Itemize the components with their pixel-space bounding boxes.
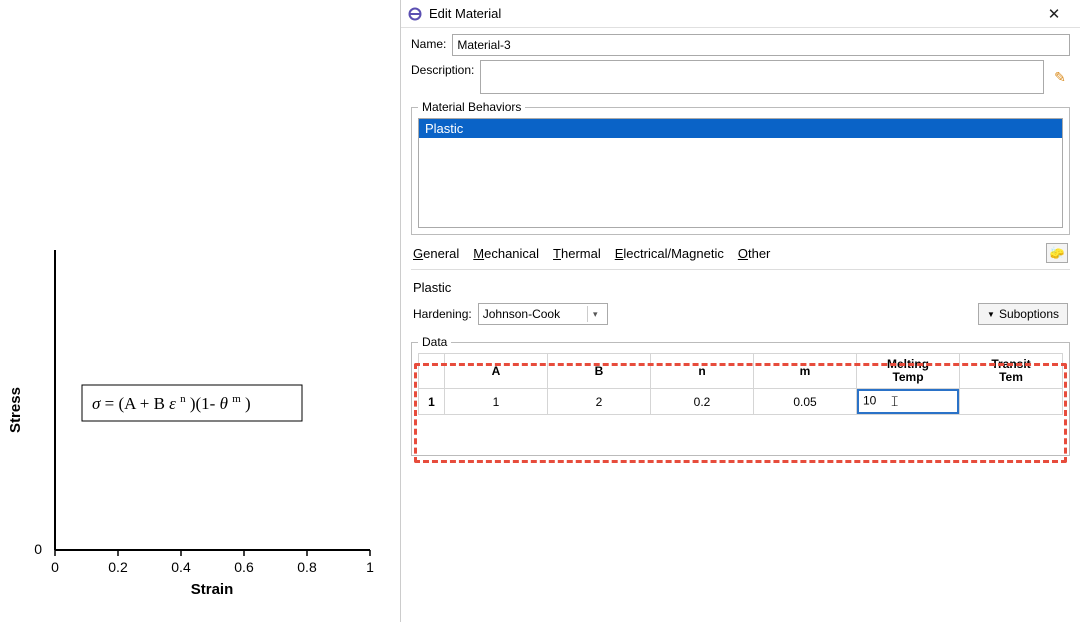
edit-material-dialog: Edit Material ✕ Name: Description: ✎ Mat… (400, 0, 1080, 622)
description-input[interactable] (480, 60, 1044, 94)
menu-mechanical[interactable]: Mechanical (473, 246, 539, 261)
cell-transition-temp[interactable] (960, 389, 1063, 415)
cell-m[interactable]: 0.05 (754, 389, 857, 415)
col-transition-temp: TransitTem (960, 354, 1063, 389)
behavior-menu-bar: General Mechanical Thermal Electrical/Ma… (411, 239, 1070, 270)
edit-description-icon[interactable]: ✎ (1050, 67, 1070, 87)
name-label: Name: (411, 34, 446, 51)
table-header-row: A B n m MeltingTemp TransitTem (419, 354, 1063, 389)
close-button[interactable]: ✕ (1034, 5, 1074, 23)
triangle-down-icon: ▼ (987, 310, 995, 319)
chevron-down-icon: ▾ (587, 306, 603, 322)
behaviors-list[interactable]: Plastic (418, 118, 1063, 228)
svg-text:0.4: 0.4 (171, 559, 191, 575)
hardening-row: Hardening: Johnson-Cook ▾ ▼ Suboptions (411, 301, 1070, 329)
name-input[interactable] (452, 34, 1070, 56)
col-melting-temp: MeltingTemp (857, 354, 960, 389)
y-zero-label: 0 (34, 541, 42, 557)
suboptions-label: Suboptions (999, 307, 1059, 321)
col-m: m (754, 354, 857, 389)
svg-text:0.8: 0.8 (297, 559, 317, 575)
cell-a[interactable]: 1 (445, 389, 548, 415)
titlebar: Edit Material ✕ (401, 0, 1080, 28)
text-cursor-icon: 𝙸 (890, 393, 900, 410)
plastic-section-title: Plastic (411, 274, 1070, 297)
row-index: 1 (419, 389, 445, 415)
menu-electrical-magnetic[interactable]: Electrical/Magnetic (615, 246, 724, 261)
app-icon (407, 6, 423, 22)
svg-text:0.2: 0.2 (108, 559, 128, 575)
material-behaviors-legend: Material Behaviors (418, 100, 525, 114)
col-b: B (548, 354, 651, 389)
hardening-value: Johnson-Cook (483, 307, 560, 321)
suboptions-button[interactable]: ▼ Suboptions (978, 303, 1068, 325)
col-n: n (651, 354, 754, 389)
menu-thermal[interactable]: Thermal (553, 246, 601, 261)
svg-text:0.6: 0.6 (234, 559, 254, 575)
col-a: A (445, 354, 548, 389)
cell-n[interactable]: 0.2 (651, 389, 754, 415)
behavior-item-plastic[interactable]: Plastic (419, 119, 1062, 138)
hardening-select[interactable]: Johnson-Cook ▾ (478, 303, 608, 325)
description-label: Description: (411, 60, 474, 77)
name-row: Name: (411, 34, 1070, 56)
delete-behavior-button[interactable]: 🧽 (1046, 243, 1068, 263)
dialog-title: Edit Material (429, 6, 1034, 21)
stress-strain-chart: 0 0.2 0.4 0.6 0.8 1 0 Strain Stress σ = … (0, 230, 390, 600)
svg-text:1: 1 (366, 559, 374, 575)
table-row: 1 1 2 0.2 0.05 10 𝙸 (419, 389, 1063, 415)
cell-melting-temp-value: 10 (863, 394, 876, 408)
data-group: Data A B n m MeltingTemp TransitTem (411, 335, 1070, 456)
description-row: Description: ✎ (411, 60, 1070, 94)
x-axis-label: Strain (191, 581, 234, 598)
cell-melting-temp[interactable]: 10 𝙸 (857, 389, 960, 415)
x-ticks: 0 0.2 0.4 0.6 0.8 1 (51, 550, 374, 575)
row-header-blank (419, 354, 445, 389)
material-behaviors-group: Material Behaviors Plastic (411, 100, 1070, 235)
svg-text:0: 0 (51, 559, 59, 575)
formula-annotation: σ = (A + B ε n )(1- θ m ) (82, 385, 302, 421)
y-axis-label: Stress (7, 387, 24, 433)
hardening-label: Hardening: (413, 307, 472, 321)
cell-b[interactable]: 2 (548, 389, 651, 415)
data-table: A B n m MeltingTemp TransitTem 1 1 2 0.2 (418, 353, 1063, 415)
menu-other[interactable]: Other (738, 246, 771, 261)
menu-general[interactable]: General (413, 246, 459, 261)
data-legend: Data (418, 335, 451, 349)
